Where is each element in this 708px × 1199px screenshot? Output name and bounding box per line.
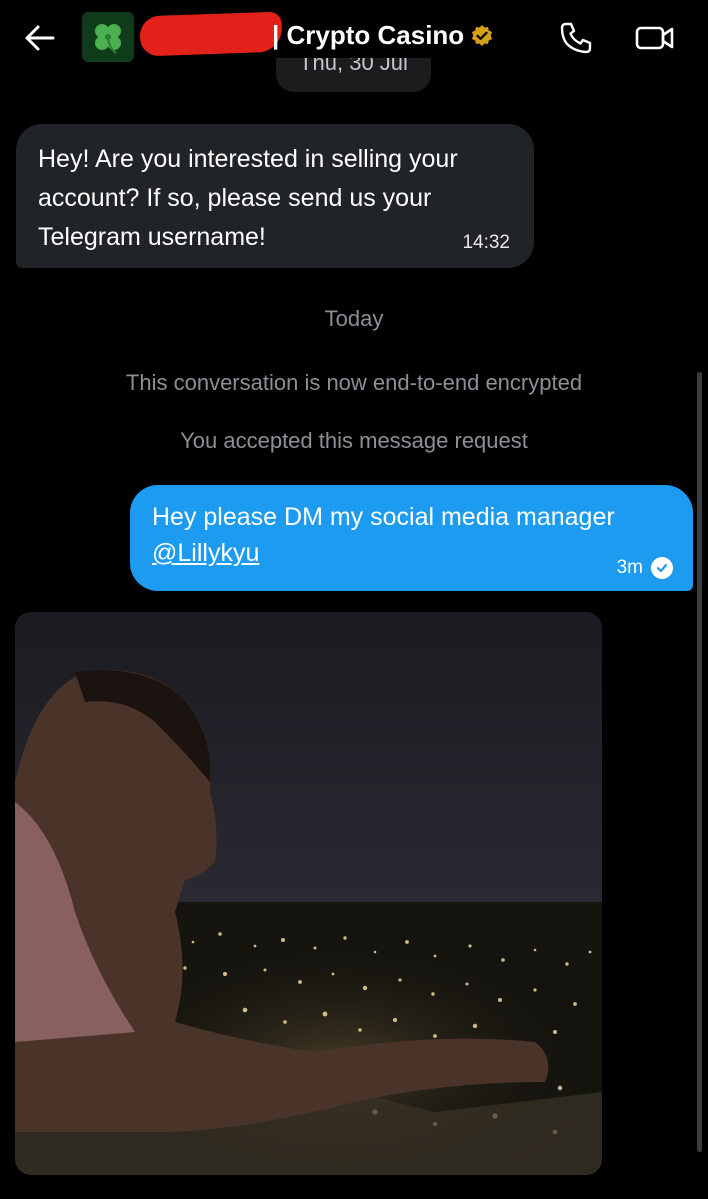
phone-icon [560, 22, 592, 54]
redacted-name [139, 11, 283, 57]
message-time: 14:32 [462, 232, 510, 253]
video-call-button[interactable] [634, 22, 676, 54]
back-button[interactable] [20, 18, 60, 58]
four-leaf-clover-icon [95, 24, 121, 54]
avatar[interactable] [82, 12, 134, 62]
date-chip-text: Thu, 30 Jul [299, 58, 408, 75]
shared-photo[interactable] [15, 612, 602, 1175]
scrollbar[interactable] [697, 372, 702, 1152]
contact-name-text: | Crypto Casino [272, 20, 465, 50]
back-arrow-icon [25, 25, 55, 51]
request-accepted-notice: You accepted this message request [180, 428, 528, 453]
message-text: Hey! Are you interested in selling your … [38, 145, 458, 251]
encryption-notice: This conversation is now end-to-end encr… [125, 370, 583, 395]
contact-name[interactable]: | Crypto Casino [272, 20, 494, 51]
incoming-message-bubble[interactable]: Hey! Are you interested in selling your … [16, 124, 534, 268]
outgoing-message-bubble[interactable]: Hey please DM my social media manager @L… [130, 485, 693, 591]
message-text: Hey please DM my social media manager @L… [152, 499, 671, 571]
day-separator: Today [324, 306, 384, 331]
voice-call-button[interactable] [558, 20, 594, 56]
mention-link[interactable]: @Lillykyu [152, 539, 259, 567]
message-meta: 3m [617, 557, 673, 579]
verified-badge-icon [470, 24, 494, 48]
video-camera-icon [635, 26, 674, 50]
message-time: 3m [616, 557, 643, 578]
date-chip: Thu, 30 Jul [276, 58, 431, 92]
seen-check-icon [651, 557, 673, 579]
message-body: Hey please DM my social media manager [152, 503, 615, 531]
